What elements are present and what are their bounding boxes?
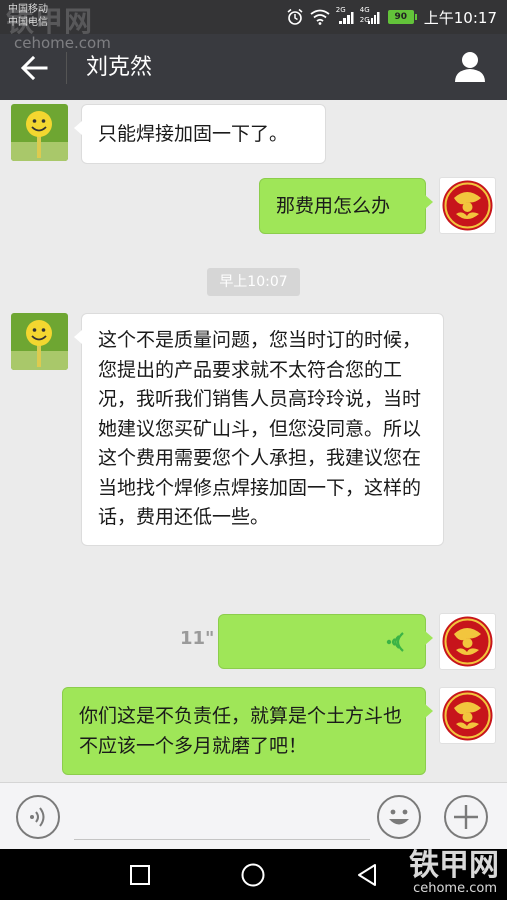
red-emblem-avatar-icon xyxy=(442,616,493,667)
triangle-back-icon xyxy=(358,863,376,886)
smiley-avatar-icon xyxy=(11,313,68,370)
message-text: 那费用怎么办 xyxy=(276,195,391,217)
arrow-left-icon xyxy=(20,55,48,81)
emoji-button[interactable] xyxy=(377,795,421,839)
home-button[interactable] xyxy=(223,849,283,900)
more-button[interactable] xyxy=(444,795,488,839)
voice-duration: 11" xyxy=(180,628,215,649)
voice-wave-icon xyxy=(386,632,404,652)
back-nav-button[interactable] xyxy=(337,849,397,900)
circle-icon xyxy=(241,863,265,886)
message-bubble[interactable]: 那费用怎么办 xyxy=(259,178,433,234)
voice-input-button[interactable] xyxy=(16,795,60,839)
person-icon xyxy=(455,52,485,82)
signal-bars-icon xyxy=(367,12,380,24)
alarm-icon xyxy=(287,8,303,25)
my-avatar[interactable] xyxy=(439,177,496,234)
watermark-top-url: cehome.com xyxy=(14,34,111,52)
timestamp: 早上10:07 xyxy=(207,268,300,296)
recents-button[interactable] xyxy=(110,849,170,900)
status-icons: 2G 4G 2G 90 上午10:17 xyxy=(286,6,497,28)
profile-button[interactable] xyxy=(453,50,487,84)
message-text: 只能焊接加固一下了。 xyxy=(98,123,289,145)
signal-2: 4G 2G xyxy=(360,6,382,26)
signal-1: 2G xyxy=(336,6,354,26)
square-icon xyxy=(130,864,150,885)
message-text: 你们这是不负责任，就算是个土方斗也不应该一个多月就磨了吧！ xyxy=(79,705,403,757)
red-emblem-avatar-icon xyxy=(442,690,493,741)
plus-icon xyxy=(454,805,478,829)
contact-avatar[interactable] xyxy=(11,313,68,370)
battery-indicator: 90 xyxy=(387,10,417,24)
voice-input-icon xyxy=(30,807,45,827)
message-bubble[interactable]: 你们这是不负责任，就算是个土方斗也不应该一个多月就磨了吧！ xyxy=(62,687,433,775)
watermark-bottom-brand: 铁甲网 xyxy=(409,848,499,883)
my-avatar[interactable] xyxy=(439,687,496,744)
status-clock: 上午10:17 xyxy=(423,8,497,27)
message-text: 这个不是质量问题，您当时订的时候，您提出的产品要求就不太符合您的工况，我听我们销… xyxy=(98,329,422,528)
system-nav-bar: 铁甲网 cehome.com xyxy=(0,849,507,900)
chat-title: 刘克然 xyxy=(86,55,153,80)
watermark-bottom-url: cehome.com xyxy=(413,881,497,896)
signal-bars-icon xyxy=(338,12,354,24)
message-input[interactable] xyxy=(74,797,370,840)
contact-avatar[interactable] xyxy=(11,104,68,161)
wifi-icon xyxy=(310,9,330,25)
message-bubble[interactable]: 这个不是质量问题，您当时订的时候，您提出的产品要求就不太符合您的工况，我听我们销… xyxy=(74,313,444,546)
red-emblem-avatar-icon xyxy=(442,180,493,231)
voice-message-bubble[interactable] xyxy=(218,614,433,669)
smiley-icon xyxy=(389,809,409,825)
back-button[interactable] xyxy=(18,52,50,84)
header-divider xyxy=(66,52,67,84)
smiley-avatar-icon xyxy=(11,104,68,161)
my-avatar[interactable] xyxy=(439,613,496,670)
status-bar: 中国移动 中国电信 铁甲网 2G 4G 2G 90 上午10:17 xyxy=(0,0,507,38)
chat-area[interactable]: 只能焊接加固一下了。 那费用怎么办 早上10:07 这个不是质量问题，您当时订的… xyxy=(0,100,507,782)
message-bubble[interactable]: 只能焊接加固一下了。 xyxy=(74,104,326,164)
input-bar xyxy=(0,782,507,850)
